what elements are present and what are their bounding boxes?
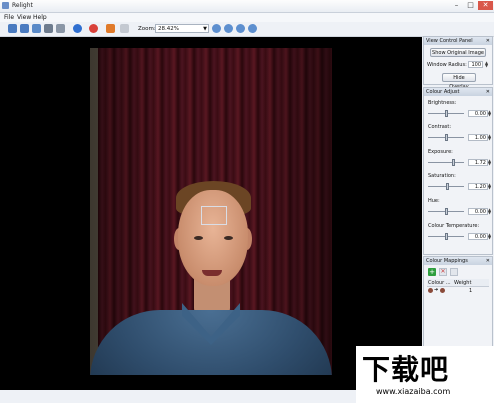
colour-temperature-value[interactable]: 0.00 bbox=[468, 233, 488, 240]
brightness-thumb[interactable] bbox=[444, 110, 448, 117]
column-colour: Colour ... bbox=[428, 280, 451, 286]
zoom-out-icon[interactable] bbox=[236, 24, 245, 33]
menu-bar: File View Help bbox=[0, 13, 494, 22]
view-control-header: View Control Panel bbox=[426, 38, 473, 44]
window-title: Relight bbox=[12, 2, 33, 9]
close-icon[interactable]: ✕ bbox=[486, 257, 490, 265]
exposure-label: Exposure: bbox=[428, 149, 453, 155]
settings-icon[interactable] bbox=[44, 24, 53, 33]
open-icon[interactable] bbox=[8, 24, 17, 33]
add-icon[interactable]: + bbox=[428, 268, 436, 276]
redo-icon[interactable] bbox=[120, 24, 129, 33]
contrast-thumb[interactable] bbox=[444, 134, 448, 141]
exposure-slider[interactable] bbox=[428, 162, 464, 163]
colour-adjust-header: Colour Adjust bbox=[426, 89, 460, 95]
edit-icon[interactable] bbox=[450, 268, 458, 276]
view-control-panel: View Control Panel ✕ Show Original Image… bbox=[423, 36, 493, 90]
save-as-icon[interactable] bbox=[32, 24, 41, 33]
colour-temperature-thumb[interactable] bbox=[444, 233, 448, 240]
target-colour-swatch bbox=[440, 288, 445, 293]
exposure-value[interactable]: 1.72 bbox=[468, 159, 488, 166]
zoom-actual-icon[interactable] bbox=[248, 24, 257, 33]
zoom-in-icon[interactable] bbox=[224, 24, 233, 33]
zoom-label: Zoom: bbox=[138, 26, 156, 32]
colour-mappings-header: Colour Mappings bbox=[426, 258, 468, 264]
zoom-fit-icon[interactable] bbox=[212, 24, 221, 33]
zoom-select[interactable]: 28.42% ▼ bbox=[155, 24, 209, 33]
selection-overlay[interactable] bbox=[201, 206, 227, 225]
colour-adjust-panel: Colour Adjust ✕ Brightness: 0.00 ▲ ▼ Cont… bbox=[423, 87, 493, 255]
remove-icon[interactable]: ✕ bbox=[439, 268, 447, 276]
close-icon[interactable]: ✕ bbox=[486, 37, 490, 45]
menu-file[interactable]: File bbox=[4, 14, 14, 21]
window-radius-input[interactable]: 100 bbox=[468, 61, 483, 68]
colour-mappings-panel: Colour Mappings ✕ + ✕ Colour ... Weight … bbox=[423, 256, 493, 348]
mappings-table-header: Colour ... Weight bbox=[427, 279, 489, 287]
saturation-value[interactable]: 1.20 bbox=[468, 183, 488, 190]
spin-icon[interactable]: ▲ ▼ bbox=[488, 159, 493, 166]
hue-thumb[interactable] bbox=[444, 208, 448, 215]
show-original-button[interactable]: Show Original Image bbox=[430, 48, 486, 57]
app-icon bbox=[2, 2, 9, 9]
title-bar: Relight – □ ✕ bbox=[0, 0, 494, 13]
hue-label: Hue: bbox=[428, 198, 440, 204]
colour-temperature-label: Colour Temperature: bbox=[428, 223, 480, 229]
exposure-thumb[interactable] bbox=[451, 159, 455, 166]
window-radius-label: Window Radius: bbox=[427, 62, 467, 68]
portrait-photo bbox=[90, 48, 332, 375]
spin-icon[interactable]: ▲ ▼ bbox=[488, 233, 493, 240]
spin-icon[interactable]: ▲ ▼ bbox=[488, 134, 493, 141]
watermark-logo: 下载吧 www.xiazaiba.com bbox=[356, 346, 494, 403]
app-window: Relight – □ ✕ File View Help Zoom: 28.42… bbox=[0, 0, 494, 403]
stop-icon[interactable] bbox=[89, 24, 98, 33]
minimize-icon[interactable]: – bbox=[450, 1, 463, 10]
contrast-label: Contrast: bbox=[428, 124, 452, 130]
save-icon[interactable] bbox=[20, 24, 29, 33]
zoom-value: 28.42% bbox=[158, 26, 179, 32]
brightness-label: Brightness: bbox=[428, 100, 457, 106]
arrow-right-icon: ➜ bbox=[434, 287, 439, 293]
saturation-label: Saturation: bbox=[428, 173, 456, 179]
info-icon[interactable] bbox=[73, 24, 82, 33]
close-icon[interactable]: ✕ bbox=[478, 1, 493, 10]
source-colour-swatch bbox=[428, 288, 433, 293]
table-row[interactable]: ➜ 1 bbox=[427, 287, 489, 295]
brightness-value[interactable]: 0.00 bbox=[468, 110, 488, 117]
watermark-url: www.xiazaiba.com bbox=[376, 387, 451, 396]
menu-help[interactable]: Help bbox=[33, 14, 47, 21]
hide-overlay-button[interactable]: Hide Overlay bbox=[442, 73, 476, 90]
spin-icon[interactable]: ▲ ▼ bbox=[485, 61, 490, 68]
maximize-icon[interactable]: □ bbox=[464, 1, 477, 10]
watermark-text: 下载吧 bbox=[362, 353, 450, 386]
close-icon[interactable]: ✕ bbox=[486, 88, 490, 96]
mapping-weight: 1 bbox=[469, 288, 473, 294]
menu-view[interactable]: View bbox=[17, 14, 31, 21]
spin-icon[interactable]: ▲ ▼ bbox=[488, 183, 493, 190]
contrast-value[interactable]: 1.00 bbox=[468, 134, 488, 141]
saturation-thumb[interactable] bbox=[446, 183, 450, 190]
toolbar: Zoom: 28.42% ▼ bbox=[0, 22, 494, 37]
hue-value[interactable]: 0.00 bbox=[468, 208, 488, 215]
chevron-down-icon: ▼ bbox=[203, 26, 207, 32]
undo-icon[interactable] bbox=[106, 24, 115, 33]
image-canvas[interactable] bbox=[0, 37, 422, 390]
spin-icon[interactable]: ▲ ▼ bbox=[488, 208, 493, 215]
spin-icon[interactable]: ▲ ▼ bbox=[488, 110, 493, 117]
column-weight: Weight bbox=[454, 280, 472, 286]
print-icon[interactable] bbox=[56, 24, 65, 33]
